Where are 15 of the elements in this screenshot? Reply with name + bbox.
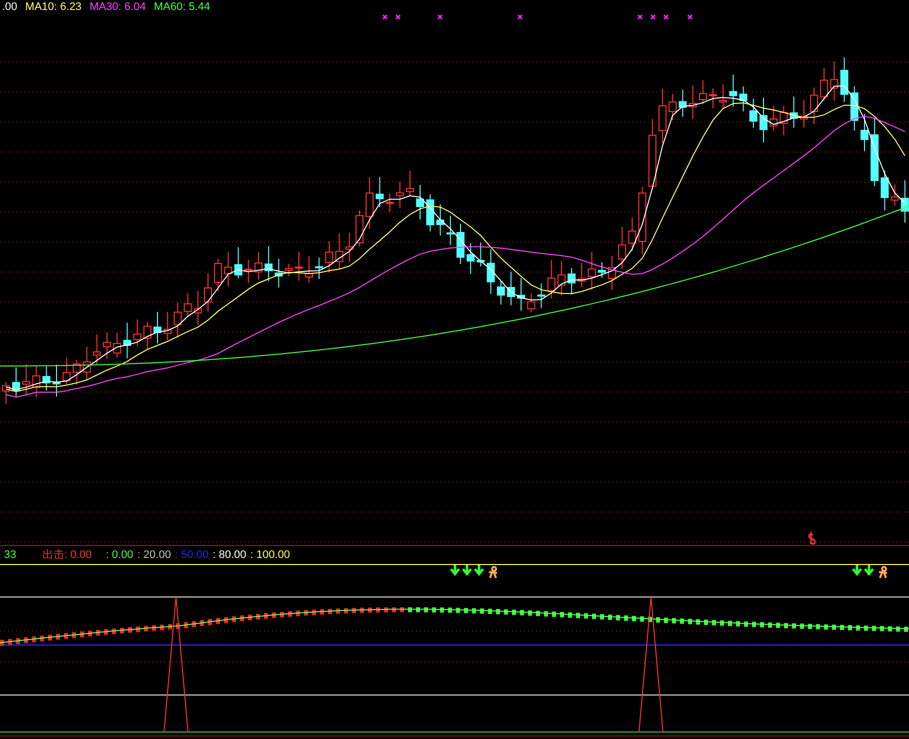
legend-value: : 20.00 [137,548,171,562]
indicator-value: MA30: 6.04 [90,0,146,14]
legend-value: : 100.00 [250,548,290,562]
running-figure-icon [488,566,888,580]
legend-value: : 50.00 [174,548,209,562]
dollar-marker-icon [808,531,816,545]
legend-value: : 0.00 [106,548,134,562]
legend-value: 33 [4,548,16,562]
indicator-value: MA60: 5.44 [154,0,210,14]
indicator-value: .00 [2,0,18,14]
cross-marker-icon [382,14,693,20]
legend-value: : 80.00 [212,548,246,562]
indicator-value: MA10: 6.23 [25,0,82,14]
arrow-signal-icon [450,565,874,576]
legend-value: 出击: 0.00 [42,548,92,562]
